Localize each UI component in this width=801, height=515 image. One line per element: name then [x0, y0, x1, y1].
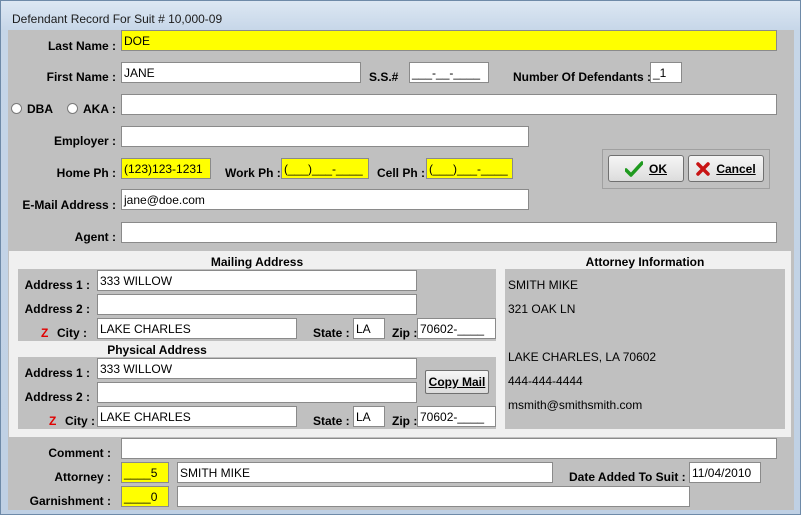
comment-input[interactable]: [121, 438, 777, 459]
attorney-info-city: LAKE CHARLES, LA 70602: [508, 350, 657, 364]
title-bar[interactable]: Defendant Record For Suit # 10,000-09: [1, 1, 800, 31]
mailing-zip-input[interactable]: 70602-____: [417, 318, 496, 339]
agent-input[interactable]: [121, 222, 777, 243]
date-added-input[interactable]: 11/04/2010: [689, 462, 761, 483]
work-phone-label: Work Ph :: [225, 166, 281, 180]
agent-label: Agent :: [74, 230, 116, 244]
physical-address2-input[interactable]: [97, 382, 417, 403]
mailing-address2-input[interactable]: [97, 294, 417, 315]
cell-phone-label: Cell Ph :: [377, 166, 426, 180]
aka-label: AKA :: [83, 102, 116, 116]
copy-mail-button[interactable]: Copy Mail: [425, 370, 489, 394]
attorney-info-header: Attorney Information: [585, 255, 705, 269]
aka-radio[interactable]: [67, 103, 78, 114]
cancel-label: Cancel: [716, 161, 756, 176]
mailing-zip-label: Zip :: [392, 326, 418, 340]
home-phone-input[interactable]: (123)123-1231: [121, 158, 211, 179]
mailing-city-input[interactable]: LAKE CHARLES: [97, 318, 297, 339]
last-name-label: Last Name :: [47, 39, 116, 53]
attorney-info-name: SMITH MIKE: [508, 278, 579, 292]
attorney-id-input[interactable]: ____5: [121, 462, 169, 483]
attorney-info-email: msmith@smithsmith.com: [508, 398, 643, 412]
employer-input[interactable]: [121, 126, 529, 147]
date-added-label: Date Added To Suit :: [569, 470, 686, 484]
home-phone-label: Home Ph :: [56, 166, 116, 180]
ssn-label: S.S.#: [369, 70, 399, 84]
physical-city-input[interactable]: LAKE CHARLES: [97, 406, 297, 427]
email-label: E-Mail Address :: [22, 198, 116, 212]
mailing-address1-label: Address 1 :: [24, 278, 90, 292]
garnishment-label: Garnishment :: [29, 494, 111, 508]
attorney-info-street: 321 OAK LN: [508, 302, 576, 316]
x-icon: [696, 161, 711, 176]
mailing-state-input[interactable]: LA: [353, 318, 385, 339]
physical-address1-label: Address 1 :: [24, 366, 90, 380]
attorney-info-phone: 444-444-4444: [508, 374, 583, 388]
ok-label: OK: [649, 161, 667, 176]
dba-label: DBA: [27, 102, 53, 116]
num-defendants-label: Number Of Defendants :: [513, 70, 652, 84]
garnishment-name-input[interactable]: [177, 486, 690, 507]
physical-required-mark: Z: [49, 414, 57, 428]
num-defendants-input[interactable]: _1: [650, 62, 682, 83]
cell-phone-input[interactable]: (___)___-____: [426, 158, 513, 179]
employer-label: Employer :: [53, 134, 116, 148]
dba-aka-input[interactable]: [121, 94, 777, 115]
mailing-address1-input[interactable]: 333 WILLOW: [97, 270, 417, 291]
mailing-address2-label: Address 2 :: [24, 302, 90, 316]
check-icon: [625, 160, 643, 177]
physical-address2-label: Address 2 :: [24, 390, 90, 404]
physical-zip-label: Zip :: [392, 414, 418, 428]
work-phone-input[interactable]: (___)___-____: [281, 158, 369, 179]
cancel-button[interactable]: Cancel: [688, 155, 764, 182]
copy-mail-label: Copy Mail: [428, 375, 486, 389]
physical-address1-input[interactable]: 333 WILLOW: [97, 358, 417, 379]
garnishment-id-input[interactable]: ____0: [121, 486, 169, 507]
physical-address-header: Physical Address: [107, 343, 207, 357]
ssn-input[interactable]: ___-__-____: [409, 62, 489, 83]
form-area: Last Name : DOE First Name : JANE S.S.# …: [8, 30, 794, 510]
dba-radio[interactable]: [11, 103, 22, 114]
physical-state-input[interactable]: LA: [353, 406, 385, 427]
mailing-city-label: City :: [57, 326, 87, 340]
mailing-state-label: State :: [313, 326, 350, 340]
physical-state-label: State :: [313, 414, 350, 428]
mailing-required-mark: Z: [41, 326, 49, 340]
last-name-input[interactable]: DOE: [121, 30, 777, 51]
physical-city-label: City :: [65, 414, 95, 428]
ok-button[interactable]: OK: [608, 155, 684, 182]
email-input[interactable]: jane@doe.com: [121, 189, 529, 210]
window-title: Defendant Record For Suit # 10,000-09: [12, 12, 223, 26]
physical-zip-input[interactable]: 70602-____: [417, 406, 496, 427]
attorney-name-input[interactable]: SMITH MIKE: [177, 462, 553, 483]
mailing-address-header: Mailing Address: [210, 255, 304, 269]
first-name-label: First Name :: [46, 70, 116, 84]
comment-label: Comment :: [48, 446, 111, 460]
first-name-input[interactable]: JANE: [121, 62, 361, 83]
attorney-label: Attorney :: [54, 470, 111, 484]
dialog-window: Defendant Record For Suit # 10,000-09 La…: [0, 0, 801, 515]
